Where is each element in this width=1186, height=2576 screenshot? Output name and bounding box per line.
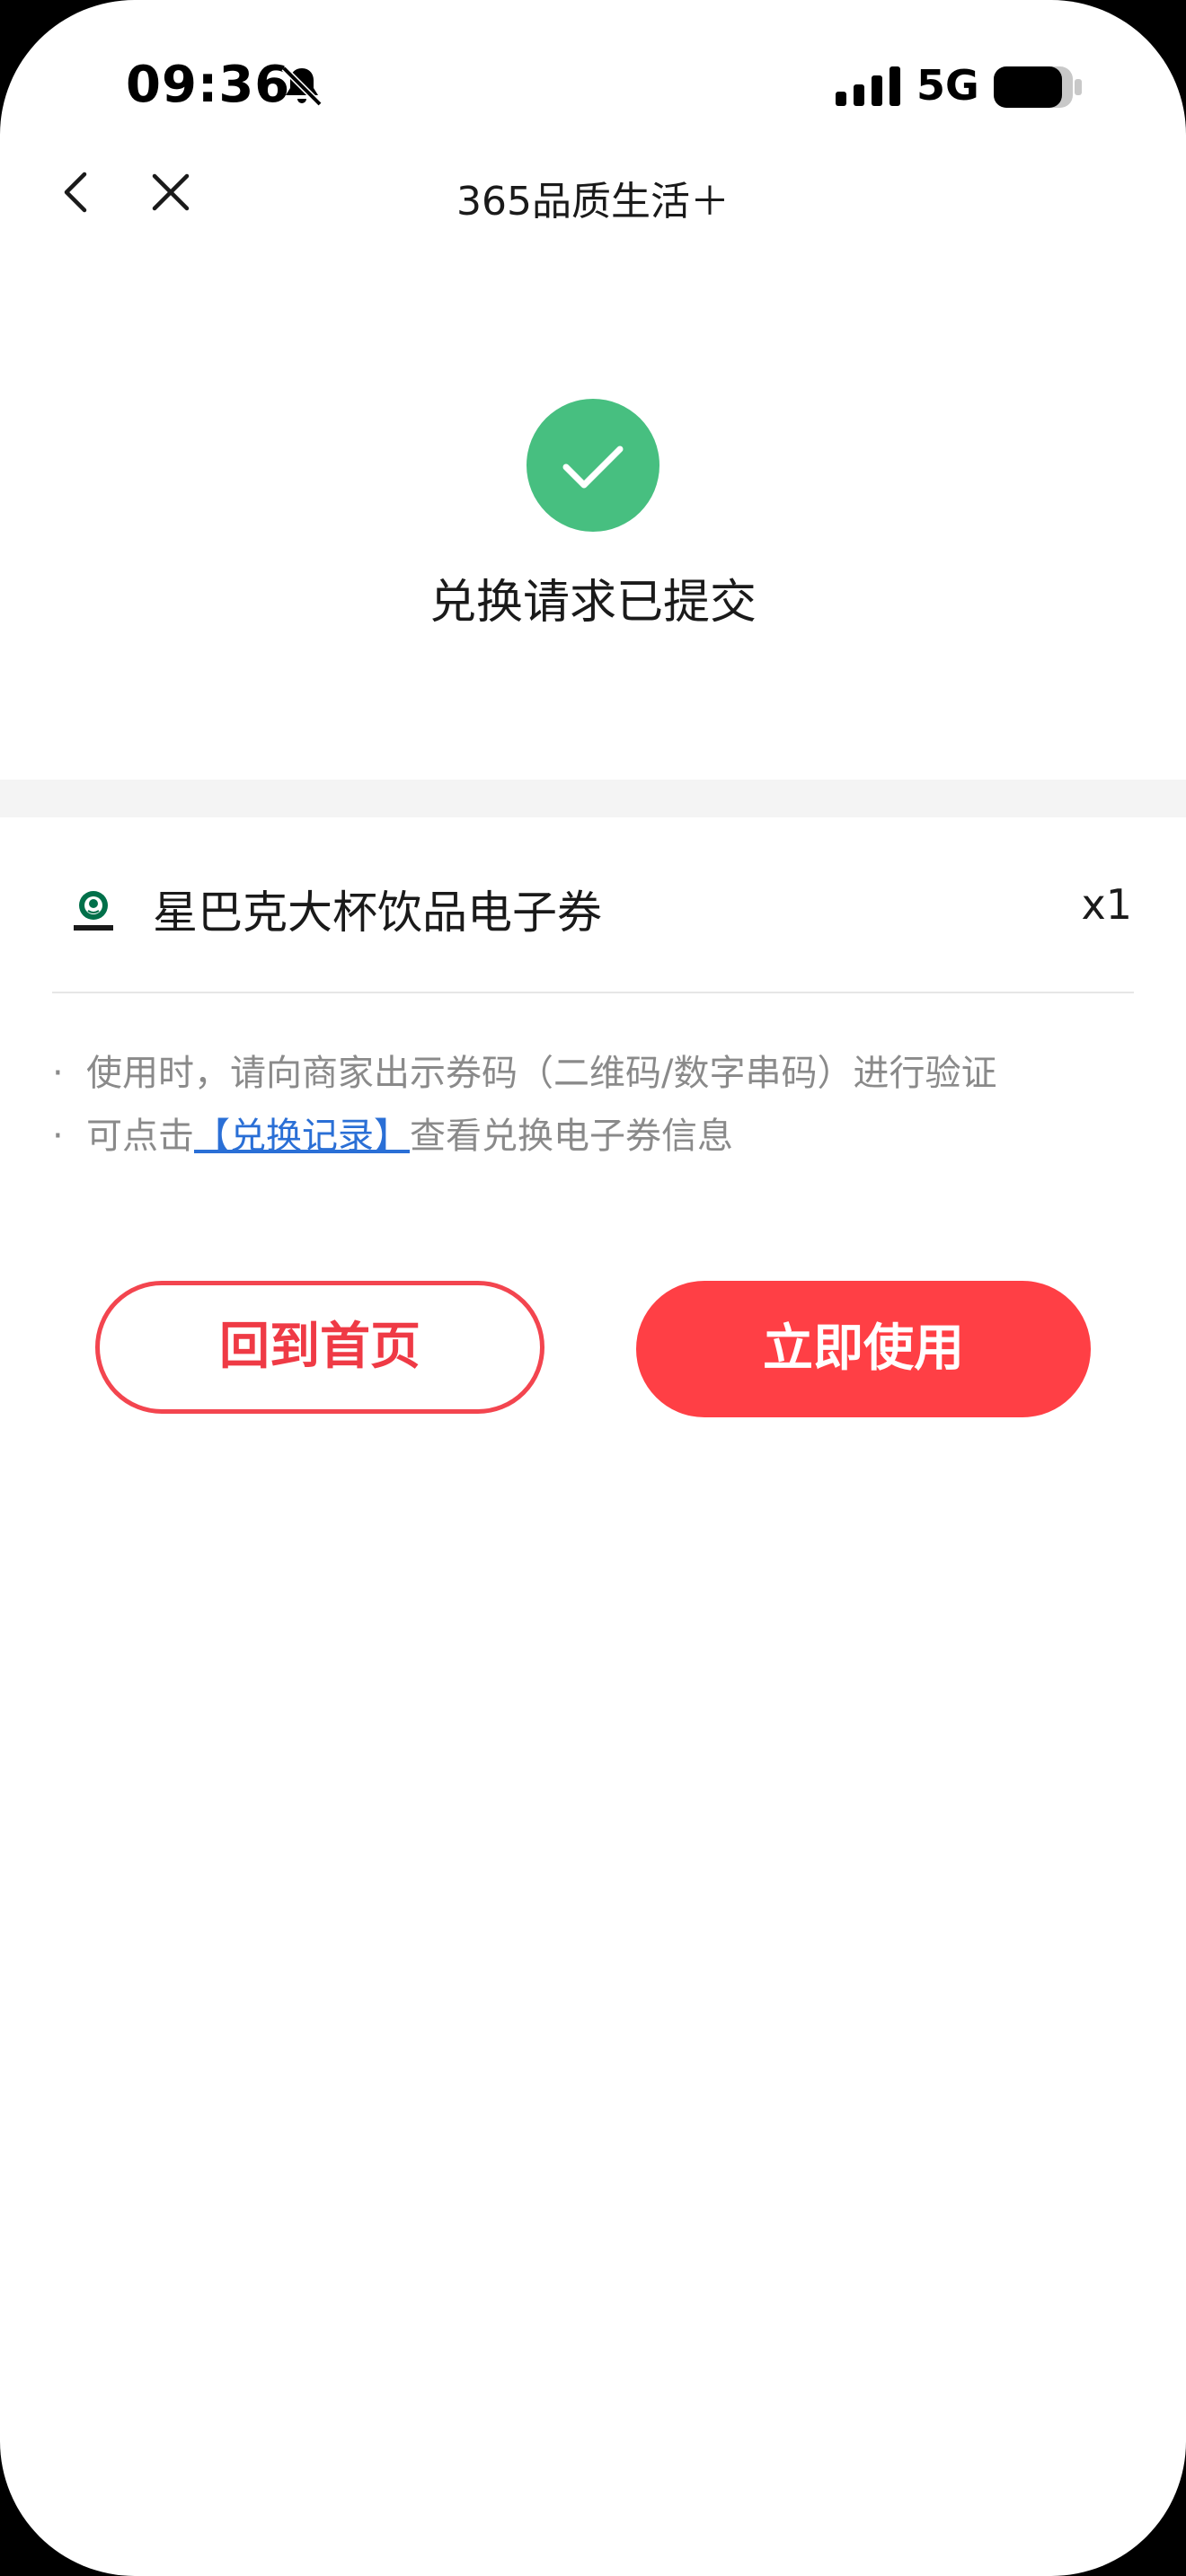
nav-bar: 365品质生活＋ [0,144,1186,243]
signal-icon [836,66,900,106]
section-divider [0,780,1186,817]
note-text-prefix: 可点击 [86,1116,194,1157]
voucher-item: 星巴克大杯饮品电子券 x1 [0,826,1186,988]
note-line-1: · 使用时，请向商家出示券码（二维码/数字串码）进行验证 [52,1044,1148,1107]
status-time: 09:36 [126,56,291,114]
note-text-suffix: 查看兑换电子券信息 [410,1116,733,1157]
back-to-home-button[interactable]: 回到首页 [95,1281,544,1414]
note-line-2: · 可点击【兑换记录】查看兑换电子券信息 [52,1107,1148,1169]
item-divider [52,992,1134,993]
success-title: 兑换请求已提交 [429,576,757,630]
redemption-record-link[interactable]: 【兑换记录】 [194,1116,410,1157]
note-bullet: · [52,1116,64,1157]
usage-notes: · 使用时，请向商家出示券码（二维码/数字串码）进行验证 · 可点击【兑换记录】查看… [52,1044,1148,1169]
app-screen: 09:36 5G 365品质生活＋ 兑换请求已提交 星巴克大杯饮品电子券 x1 … [0,0,1186,2576]
bell-muted-icon [281,66,323,107]
success-check-icon [527,399,659,532]
note-bullet: · [52,1053,64,1094]
page-title: 365品质生活＋ [456,179,730,225]
starbucks-logo-icon [74,891,113,931]
status-bar: 09:36 5G [0,0,1186,153]
battery-icon [994,66,1082,108]
use-now-button[interactable]: 立即使用 [636,1281,1091,1417]
note-text: 使用时，请向商家出示券码（二维码/数字串码）进行验证 [86,1053,997,1094]
item-quantity: x1 [1081,880,1133,929]
item-name: 星巴克大杯饮品电子券 [153,887,602,939]
network-label: 5G [916,61,979,110]
